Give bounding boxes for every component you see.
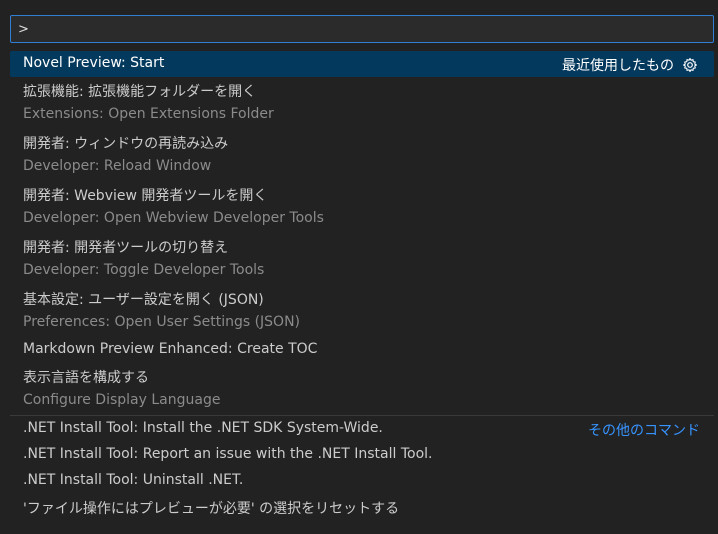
list-item-report-dotnet-issue[interactable]: .NET Install Tool: Report an issue with …: [10, 442, 714, 468]
list-item-open-user-settings-json[interactable]: 基本設定: ユーザー設定を開く (JSON) Preferences: Open…: [10, 285, 714, 337]
list-item-novel-preview-start[interactable]: Novel Preview: Start 最近使用したもの: [10, 51, 714, 77]
command-palette: Novel Preview: Start 最近使用したもの 拡張機能: 拡張機能…: [0, 0, 718, 534]
list-item-reset-preview-choice[interactable]: 'ファイル操作にはプレビューが必要' の選択をリセットする: [10, 494, 714, 520]
list-item-detail: Preferences: Open User Settings (JSON): [23, 314, 301, 330]
list-item-toggle-devtools[interactable]: 開発者: 開発者ツールの切り替え Developer: Toggle Devel…: [10, 233, 714, 285]
list-item-create-toc[interactable]: Markdown Preview Enhanced: Create TOC: [10, 337, 714, 363]
list-item-detail: Developer: Toggle Developer Tools: [23, 262, 265, 278]
command-results-list: Novel Preview: Start 最近使用したもの 拡張機能: 拡張機能…: [10, 51, 714, 520]
list-item-detail: Configure Display Language: [23, 392, 221, 408]
list-item-label: 'ファイル操作にはプレビューが必要' の選択をリセットする: [23, 501, 400, 517]
list-item-detail: Extensions: Open Extensions Folder: [23, 106, 274, 122]
list-item-label: 拡張機能: 拡張機能フォルダーを開く: [23, 84, 257, 100]
gear-icon[interactable]: [682, 57, 698, 73]
command-search-input[interactable]: [11, 16, 713, 42]
list-item-configure-display-language[interactable]: 表示言語を構成する Configure Display Language: [10, 363, 714, 415]
list-item-label: Markdown Preview Enhanced: Create TOC: [23, 341, 318, 357]
list-item-install-dotnet-sdk[interactable]: .NET Install Tool: Install the .NET SDK …: [10, 416, 714, 442]
list-item-label: 開発者: Webview 開発者ツールを開く: [23, 188, 268, 204]
list-item-detail: Developer: Open Webview Developer Tools: [23, 210, 324, 226]
recently-used-label: 最近使用したもの: [562, 58, 674, 74]
recently-used-label-group: 最近使用したもの: [562, 55, 698, 75]
list-item-label: .NET Install Tool: Report an issue with …: [23, 446, 433, 462]
other-commands-link[interactable]: その他のコマンド: [588, 420, 700, 440]
list-item-reload-window[interactable]: 開発者: ウィンドウの再読み込み Developer: Reload Windo…: [10, 129, 714, 181]
list-item-label: Novel Preview: Start: [23, 55, 165, 71]
list-item-label: 開発者: 開発者ツールの切り替え: [23, 240, 229, 256]
list-item-label: 開発者: ウィンドウの再読み込み: [23, 136, 229, 152]
list-item-detail: Developer: Reload Window: [23, 158, 212, 174]
list-item-open-webview-devtools[interactable]: 開発者: Webview 開発者ツールを開く Developer: Open W…: [10, 181, 714, 233]
list-item-label: 表示言語を構成する: [23, 370, 149, 386]
list-item-uninstall-dotnet[interactable]: .NET Install Tool: Uninstall .NET.: [10, 468, 714, 494]
list-item-label: 基本設定: ユーザー設定を開く (JSON): [23, 292, 264, 308]
list-item-label: .NET Install Tool: Uninstall .NET.: [23, 472, 244, 488]
list-item-label: .NET Install Tool: Install the .NET SDK …: [23, 420, 383, 436]
list-item-open-extensions-folder[interactable]: 拡張機能: 拡張機能フォルダーを開く Extensions: Open Exte…: [10, 77, 714, 129]
command-input-box[interactable]: [10, 15, 714, 43]
